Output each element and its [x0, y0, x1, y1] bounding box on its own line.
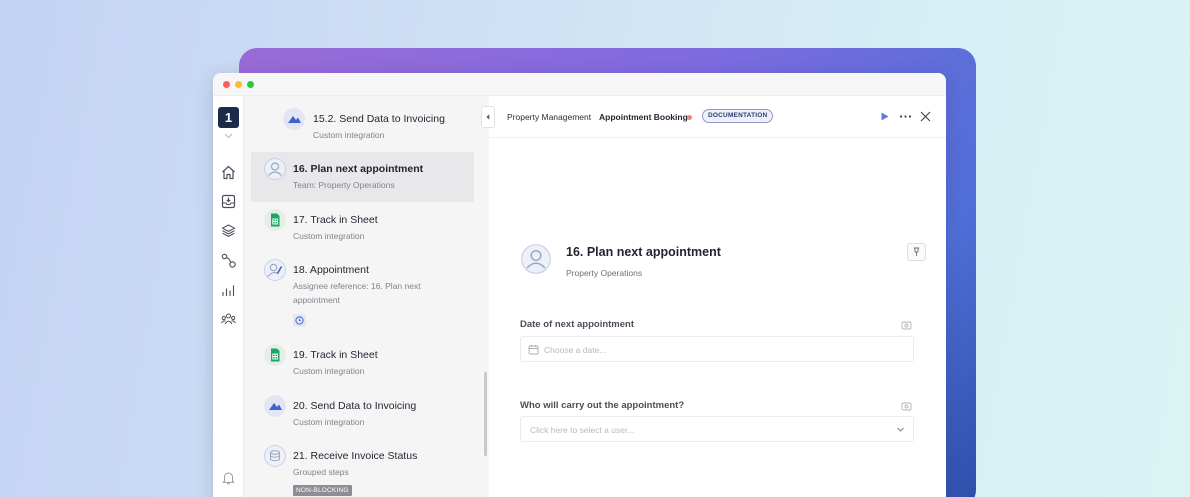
home-icon[interactable]	[220, 164, 237, 181]
timer-chip[interactable]	[293, 314, 306, 327]
field-settings-icon[interactable]	[901, 402, 912, 411]
list-item-title: 15.2. Send Data to Invoicing	[313, 113, 445, 125]
nav-rail: 1	[213, 96, 244, 497]
list-item-title: 20. Send Data to Invoicing	[293, 400, 417, 412]
close-icon[interactable]	[919, 110, 932, 123]
non-blocking-tag: NON-BLOCKING	[293, 485, 352, 496]
list-item[interactable]: 19. Track in Sheet Custom integration	[251, 338, 474, 388]
list-item-title: 17. Track in Sheet	[293, 214, 378, 226]
user-select-placeholder: Click here to select a user...	[530, 425, 635, 435]
pin-icon	[913, 247, 920, 256]
detail-header: Property Management Appointment Booking …	[481, 96, 946, 138]
field-settings-icon[interactable]	[901, 321, 912, 330]
step-list: 15.2. Send Data to Invoicing Custom inte…	[244, 96, 489, 497]
app-window: 1 15.2. Send Data to Invoicing Custom in…	[213, 73, 946, 497]
list-item[interactable]: 21. Receive Invoice Status Grouped steps…	[251, 438, 474, 497]
page-subtitle: Property Operations	[566, 268, 643, 278]
caret-left-icon	[486, 114, 490, 120]
page-title: 16. Plan next appointment	[566, 245, 721, 259]
list-item-subtitle: Custom integration	[293, 366, 365, 376]
clock-icon	[295, 316, 304, 325]
list-item[interactable]: 18. Appointment Assignee reference: 16. …	[251, 252, 474, 338]
stack-icon	[264, 445, 286, 467]
minimize-window-button[interactable]	[235, 81, 242, 88]
list-item-title: 18. Appointment	[293, 264, 369, 276]
breadcrumb-parent[interactable]: Property Management	[507, 112, 591, 122]
list-item[interactable]: 17. Track in Sheet Custom integration	[251, 202, 474, 252]
workflow-icon[interactable]	[220, 252, 237, 269]
detail-pane: Property Management Appointment Booking …	[481, 96, 946, 497]
list-item-subtitle: Grouped steps	[293, 467, 349, 477]
user-select-field[interactable]: Click here to select a user...	[520, 416, 914, 442]
date-picker-field[interactable]: Choose a date...	[520, 336, 914, 362]
field-label-date: Date of next appointment	[520, 319, 635, 330]
list-item-title: 21. Receive Invoice Status	[293, 450, 418, 462]
workspace-switcher[interactable]: 1	[218, 107, 239, 128]
list-item-subtitle: Custom integration	[293, 231, 365, 241]
layers-icon[interactable]	[220, 222, 237, 239]
list-scrollbar[interactable]	[484, 372, 487, 456]
date-placeholder: Choose a date...	[544, 345, 607, 355]
list-item[interactable]: 16. Plan next appointment Team: Property…	[251, 152, 474, 202]
desktop-background: 1 15.2. Send Data to Invoicing Custom in…	[0, 0, 1190, 497]
team-icon[interactable]	[220, 311, 237, 328]
chevron-down-icon[interactable]	[222, 132, 235, 140]
close-window-button[interactable]	[223, 81, 230, 88]
inbox-icon[interactable]	[220, 193, 237, 210]
person-avatar-icon	[521, 244, 551, 274]
invoicing-app-icon	[283, 108, 305, 130]
list-item-subtitle: Custom integration	[293, 417, 365, 427]
person-edit-icon	[264, 259, 286, 281]
invoicing-app-icon	[264, 395, 286, 417]
person-avatar-icon	[264, 158, 286, 180]
list-item-subtitle: Assignee reference: 16. Plan next appoin…	[293, 281, 421, 305]
breadcrumb-current[interactable]: Appointment Booking	[599, 112, 688, 122]
bell-icon[interactable]	[220, 469, 237, 486]
play-icon[interactable]	[878, 110, 891, 123]
field-label-assignee: Who will carry out the appointment?	[520, 400, 685, 411]
collapse-sidebar-button[interactable]	[481, 106, 495, 128]
more-options-icon[interactable]	[899, 110, 912, 123]
pin-button[interactable]	[907, 243, 926, 261]
documentation-badge[interactable]: DOCUMENTATION	[702, 109, 774, 123]
calendar-icon	[528, 345, 539, 355]
analytics-icon[interactable]	[220, 282, 237, 299]
list-item-subtitle: Team: Property Operations	[293, 180, 395, 190]
status-indicator	[687, 115, 692, 120]
sheets-icon	[264, 209, 286, 231]
list-item-title: 16. Plan next appointment	[293, 163, 424, 175]
list-item-subtitle: Custom integration	[313, 130, 385, 140]
list-item[interactable]: 15.2. Send Data to Invoicing Custom inte…	[251, 96, 474, 152]
maximize-window-button[interactable]	[247, 81, 254, 88]
list-item[interactable]: 20. Send Data to Invoicing Custom integr…	[251, 388, 474, 438]
window-titlebar	[213, 73, 946, 96]
chevron-down-icon	[897, 427, 904, 432]
sheets-icon	[264, 344, 286, 366]
list-item-title: 19. Track in Sheet	[293, 349, 378, 361]
